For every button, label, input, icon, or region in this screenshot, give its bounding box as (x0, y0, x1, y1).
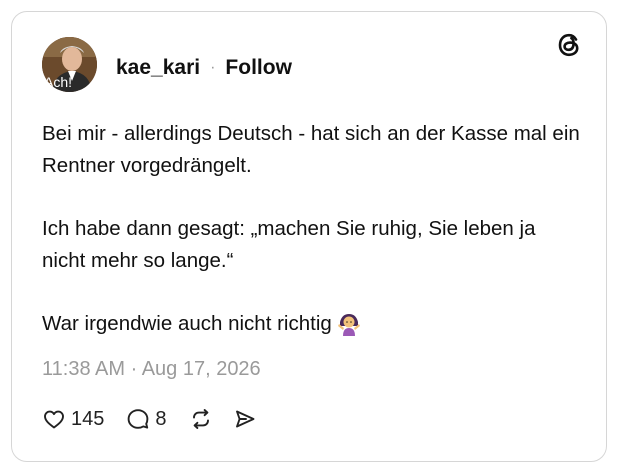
post-paragraph-3: War irgendwie auch nicht richtig (42, 308, 582, 346)
like-button[interactable]: 145 (42, 407, 104, 431)
username[interactable]: kae_kari (116, 56, 200, 80)
heart-icon (42, 407, 66, 431)
reply-button[interactable]: 8 (126, 407, 167, 431)
post-timestamp: 11:38 AM · Aug 17, 2026 (42, 358, 261, 380)
reply-count: 8 (155, 407, 167, 430)
send-icon (233, 407, 257, 431)
post-body: Bei mir - allerdings Deutsch - hat sich … (42, 118, 582, 346)
separator-dot: · (210, 59, 216, 76)
follow-button[interactable]: Follow (225, 56, 292, 80)
action-bar: 145 8 (42, 407, 257, 431)
avatar-caption: Ach! (44, 74, 72, 90)
repost-icon (189, 407, 213, 431)
post-paragraph-3-text: War irgendwie auch nicht richtig (42, 312, 332, 335)
share-button[interactable] (233, 407, 257, 431)
repost-button[interactable] (189, 407, 213, 431)
post-card: Ach! kae_kari · Follow Bei mir - allerdi… (11, 11, 607, 462)
speech-bubble-icon (126, 407, 150, 431)
post-header: kae_kari · Follow (116, 56, 292, 80)
avatar[interactable]: Ach! (42, 37, 97, 92)
post-paragraph-2: Ich habe dann gesagt: „machen Sie ruhig,… (42, 217, 536, 272)
threads-logo-icon[interactable] (554, 30, 584, 60)
post-paragraph-1: Bei mir - allerdings Deutsch - hat sich … (42, 122, 580, 177)
person-shrugging-emoji-icon (336, 310, 362, 346)
like-count: 145 (71, 407, 105, 430)
